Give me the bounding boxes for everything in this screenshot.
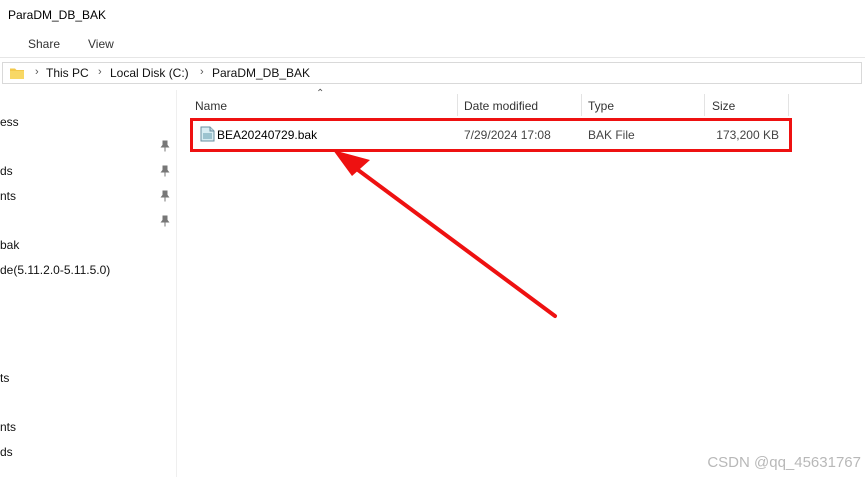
sort-ascending-icon: ⌃ [316,88,325,99]
chevron-right-icon[interactable]: › [35,66,39,78]
bak-file-icon [200,126,215,142]
window-title: ParaDM_DB_BAK [8,8,107,22]
chevron-right-icon[interactable]: › [98,66,102,78]
file-name[interactable]: BEA20240729.bak [217,128,317,142]
column-header-size[interactable]: Size [712,99,735,113]
pin-icon[interactable] [159,165,171,177]
column-divider[interactable] [704,94,705,116]
nav-item-upgrade[interactable]: de(5.11.2.0-5.11.5.0) [0,263,110,277]
nav-item-ts[interactable]: ts [0,371,9,385]
breadcrumb-folder[interactable]: ParaDM_DB_BAK [212,66,310,80]
address-bar[interactable]: › This PC › Local Disk (C:) › ParaDM_DB_… [2,62,862,84]
pin-icon[interactable] [159,215,171,227]
file-size: 173,200 KB [716,128,779,142]
file-date-modified: 7/29/2024 17:08 [464,128,551,142]
nav-item-documents-2[interactable]: nts [0,420,16,434]
folder-icon [10,68,24,79]
nav-item-bak[interactable]: bak [0,238,19,252]
column-divider[interactable] [788,94,789,116]
nav-item-quick-access[interactable]: ess [0,115,19,129]
ribbon-divider [0,57,865,58]
nav-item-documents[interactable]: nts [0,189,16,203]
breadcrumb-this-pc[interactable]: This PC [46,66,89,80]
column-divider[interactable] [581,94,582,116]
file-type: BAK File [588,128,635,142]
navigation-pane: ess ds nts bak de(5.11.2.0-5.11.5.0) ts … [0,90,177,477]
ribbon-tab-share[interactable]: Share [28,37,60,51]
breadcrumb-local-disk[interactable]: Local Disk (C:) [110,66,189,80]
column-header-date[interactable]: Date modified [464,99,538,113]
nav-item-downloads[interactable]: ds [0,164,13,178]
column-divider[interactable] [457,94,458,116]
file-row[interactable]: BEA20240729.bak 7/29/2024 17:08 BAK File… [190,118,792,152]
column-header-name[interactable]: Name [195,99,227,113]
chevron-right-icon[interactable]: › [200,66,204,78]
ribbon-tab-view[interactable]: View [88,37,114,51]
pin-icon[interactable] [159,190,171,202]
nav-item-downloads-2[interactable]: ds [0,445,13,459]
pin-icon[interactable] [159,140,171,152]
watermark: CSDN @qq_45631767 [707,454,861,471]
column-header-type[interactable]: Type [588,99,614,113]
